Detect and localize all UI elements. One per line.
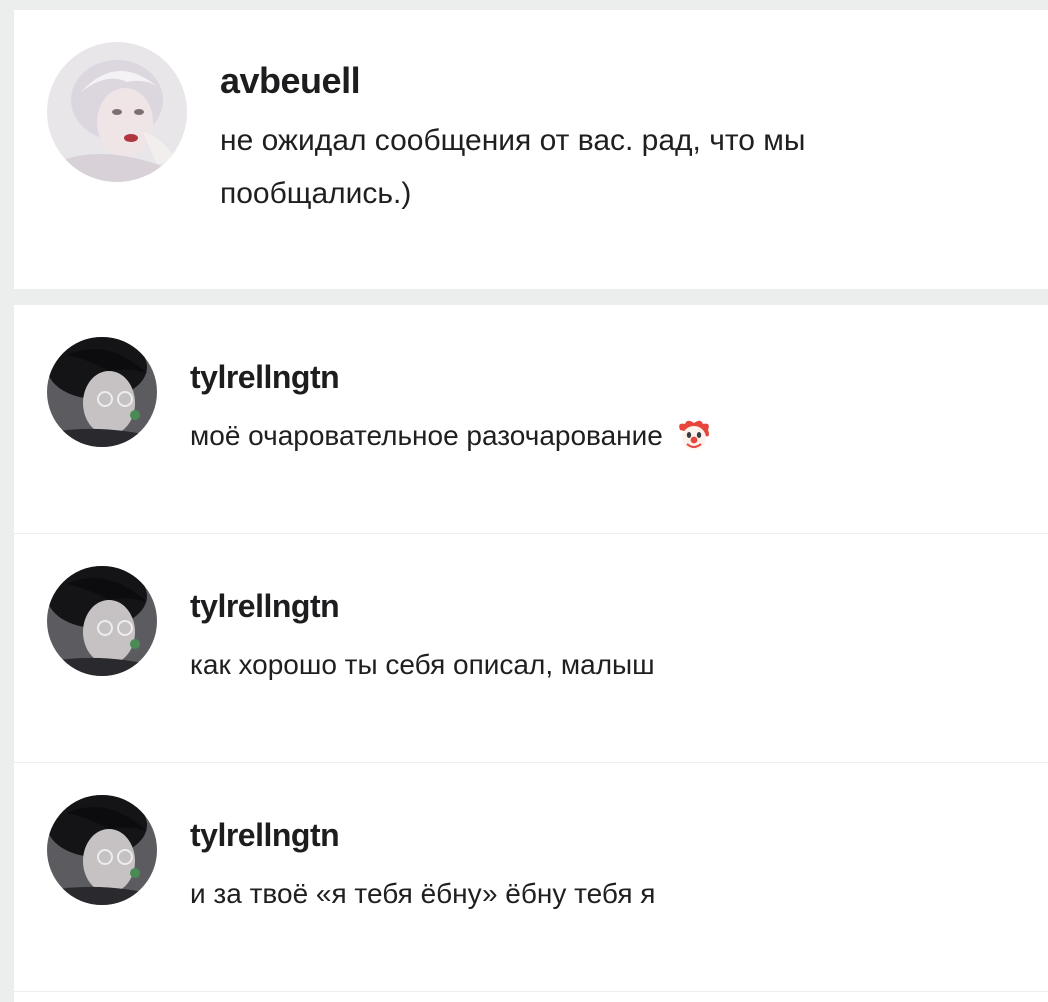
user-avatar[interactable] [47, 566, 157, 676]
comment-text: и за твоё «я тебя ёбну» ёбну тебя я [190, 878, 656, 909]
clown-face-icon [677, 418, 711, 452]
comment-username[interactable]: tylrellngtn [190, 359, 340, 396]
comment-text-content: моё очаровательное разочарование [190, 420, 663, 451]
comment-username[interactable]: tylrellngtn [190, 588, 340, 625]
comment-card: avbeuell не ожидал сообщения от вас. рад… [14, 10, 1048, 289]
user-avatar[interactable] [47, 337, 157, 447]
list-item: tylrellngtn как хорошо ты себя описал, м… [14, 534, 1048, 762]
comment-text: моё очаровательное разочарование [190, 420, 711, 455]
comment-text: как хорошо ты себя описал, малыш [190, 649, 655, 680]
user-avatar[interactable] [47, 795, 157, 905]
list-item: tylrellngtn и за твоё «я тебя ёбну» ёбну… [14, 763, 1048, 991]
list-item: tylrellngtn моё очаровательное разочаров… [14, 305, 1048, 533]
comment-text: не ожидал сообщения от вас. рад, что мы [220, 124, 806, 157]
divider [14, 991, 1048, 992]
comment-list: tylrellngtn моё очаровательное разочаров… [14, 305, 1048, 1002]
comment-text: пообщались.) [220, 177, 412, 210]
comment-username[interactable]: tylrellngtn [190, 817, 340, 854]
user-avatar[interactable] [47, 42, 187, 182]
comment-username[interactable]: avbeuell [220, 60, 361, 102]
